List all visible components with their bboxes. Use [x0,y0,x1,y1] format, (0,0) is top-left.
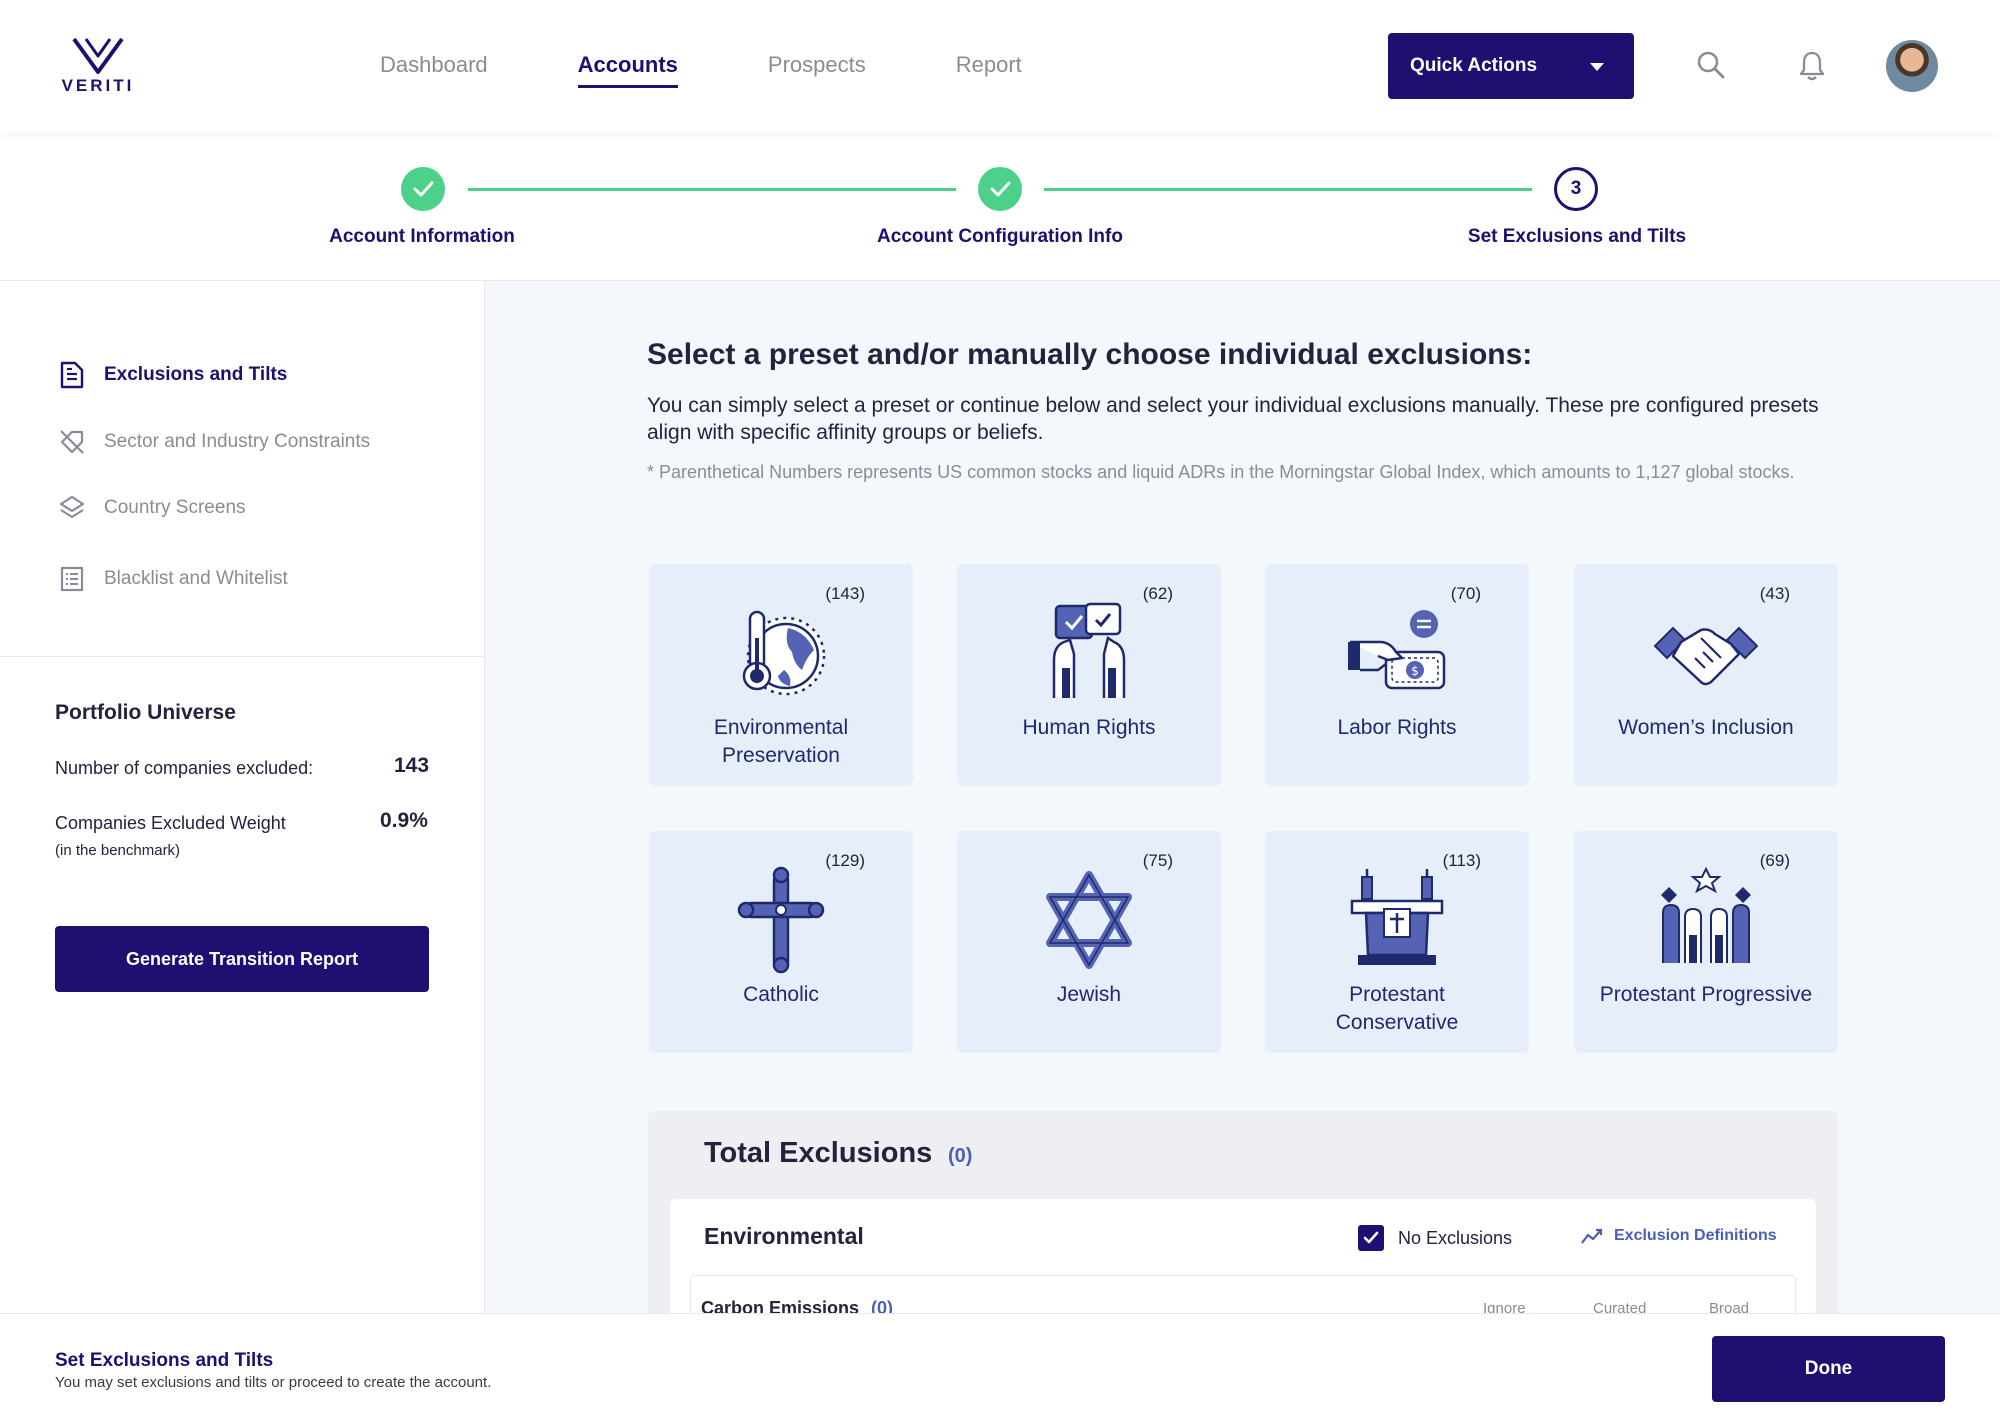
trend-chart-icon [1581,1228,1603,1244]
hand-money-icon: $ [1265,598,1529,708]
step-connector-2 [1044,188,1532,191]
svg-text:$: $ [1411,664,1419,678]
progress-stepper: 3 Account Information Account Configurat… [0,133,2000,281]
raised-hands-icon [957,598,1221,708]
excluded-weight-label: Companies Excluded Weight (in the benchm… [55,813,286,859]
sidebar-item-label: Exclusions and Tilts [104,364,288,385]
sidebar-item-exclusions-and-tilts[interactable]: Exclusions and Tilts [58,361,287,389]
nav-dashboard[interactable]: Dashboard [380,52,488,78]
excluded-weight-title: Companies Excluded Weight [55,813,286,833]
total-exclusions-section: Total Exclusions (0) Environmental No Ex… [648,1111,1838,1399]
handshake-icon [1574,598,1838,708]
nav-report[interactable]: Report [956,52,1022,78]
exclusion-definitions-label: Exclusion Definitions [1614,1227,1777,1244]
preset-card-environmental[interactable]: (143) Environmental Preservation [649,564,913,786]
sidebar-item-country-screens[interactable]: Country Screens [58,494,246,522]
preset-label: Labor Rights [1337,716,1457,739]
preset-label: Women’s Inclusion [1618,716,1794,739]
step-label-account-configuration[interactable]: Account Configuration Info [877,226,1123,248]
generate-transition-report-button[interactable]: Generate Transition Report [55,926,429,992]
companies-excluded-label: Number of companies excluded: [55,758,314,778]
preset-card-labor-rights[interactable]: (70) $ Labor Rights [1265,564,1529,786]
preset-card-catholic[interactable]: (129) Catholic [649,831,913,1053]
document-icon [58,361,86,389]
step-3-number: 3 [1554,167,1598,211]
companies-excluded-value: 143 [394,754,430,777]
sidebar-item-label: Country Screens [104,497,246,518]
preset-card-protestant-conservative[interactable]: (113) Protestant Conservative [1265,831,1529,1053]
checkbox-checked-icon [1358,1225,1384,1251]
star-of-david-icon [957,865,1221,975]
sidebar-item-sector-industry[interactable]: Sector and Industry Constraints [58,428,370,456]
step-1-check-icon [401,167,445,211]
quick-actions-label: Quick Actions [1410,55,1538,76]
excluded-weight-value: 0.9% [380,809,428,832]
veriti-logo[interactable]: VERITI [58,36,138,96]
footer-subtitle: You may set exclusions and tilts or proc… [55,1374,492,1391]
preset-card-protestant-progressive[interactable]: (69) Protestant Progressive [1574,831,1838,1053]
layers-icon [58,494,86,522]
page-note: * Parenthetical Numbers represents US co… [647,462,1795,482]
main-nav: Dashboard Accounts Prospects Report [380,52,1112,88]
no-exclusions-checkbox[interactable]: No Exclusions [1358,1225,1512,1251]
logo-text: VERITI [61,76,135,95]
people-group-icon [1574,865,1838,975]
preset-label: Catholic [743,983,819,1006]
nav-prospects[interactable]: Prospects [768,52,866,78]
search-icon[interactable] [1696,50,1726,85]
cross-icon [649,865,913,975]
preset-label: Jewish [1056,983,1122,1006]
preset-label: Human Rights [1022,716,1156,739]
bell-icon[interactable] [1797,50,1827,87]
portfolio-universe-title: Portfolio Universe [55,701,236,724]
footer-title: Set Exclusions and Tilts [55,1350,274,1371]
top-header: VERITI Dashboard Accounts Prospects Repo… [0,0,2000,133]
logo-v-icon [72,37,124,74]
quick-actions-button[interactable]: Quick Actions [1388,33,1634,99]
preset-label: Protestant Progressive [1599,983,1813,1006]
page-description: You can simply select a preset or contin… [647,394,1819,444]
step-label-account-information[interactable]: Account Information [329,226,515,248]
globe-thermometer-icon [649,598,913,708]
pulpit-icon [1265,865,1529,975]
preset-card-human-rights[interactable]: (62) Human Rights [957,564,1221,786]
excluded-weight-sub: (in the benchmark) [55,842,181,859]
done-button[interactable]: Done [1712,1336,1945,1402]
step-connector-1 [468,188,956,191]
step-2-check-icon [978,167,1022,211]
no-exclusions-label: No Exclusions [1398,1227,1513,1248]
nav-accounts[interactable]: Accounts [577,52,679,88]
sidebar-item-blacklist-whitelist[interactable]: Blacklist and Whitelist [58,565,288,593]
list-icon [58,565,86,593]
total-exclusions-count: (0) [948,1145,973,1167]
caret-down-icon [1590,63,1604,71]
page-title: Select a preset and/or manually choose i… [647,338,1533,371]
step-label-set-exclusions[interactable]: Set Exclusions and Tilts [1468,226,1686,248]
preset-label: Environmental Preservation [713,716,849,767]
preset-card-jewish[interactable]: (75) Jewish [957,831,1221,1053]
preset-label: Protestant Conservative [1335,983,1459,1034]
total-exclusions-title: Total Exclusions [704,1137,933,1169]
sidebar-item-label: Sector and Industry Constraints [104,431,371,452]
avatar[interactable] [1886,40,1938,92]
sidebar-item-label: Blacklist and Whitelist [104,568,288,589]
exclusion-definitions-link[interactable]: Exclusion Definitions [1580,1227,1777,1245]
left-sidebar: Exclusions and Tilts Sector and Industry… [0,281,485,1313]
preset-card-womens-inclusion[interactable]: (43) Women’s Inclusion [1574,564,1838,786]
environmental-title: Environmental [704,1223,864,1249]
sidebar-divider [0,656,485,657]
tag-off-icon [58,428,86,456]
bottom-action-bar: Set Exclusions and Tilts You may set exc… [0,1313,2000,1423]
